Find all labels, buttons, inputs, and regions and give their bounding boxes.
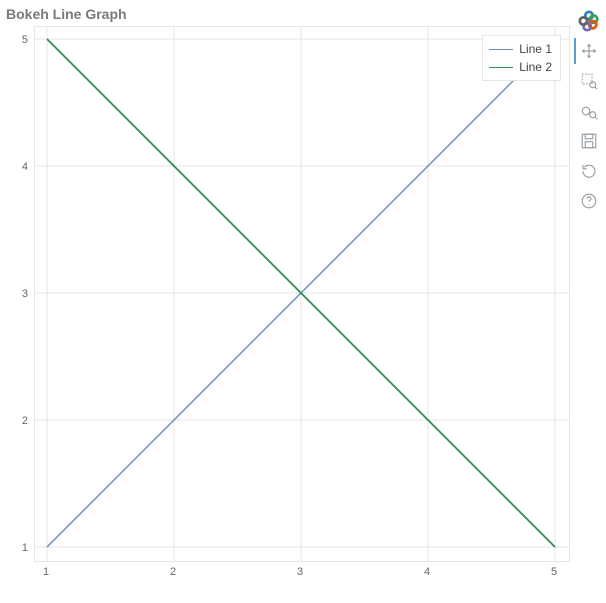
y-tick: 5 bbox=[22, 34, 28, 46]
y-tick: 3 bbox=[22, 288, 28, 300]
x-tick: 5 bbox=[551, 566, 557, 578]
legend-label: Line 1 bbox=[519, 42, 552, 56]
x-tick: 1 bbox=[43, 566, 49, 578]
help-tool-button[interactable] bbox=[574, 188, 602, 214]
x-tick: 3 bbox=[297, 566, 303, 578]
wheel-zoom-tool-button[interactable] bbox=[574, 98, 602, 124]
legend-swatch bbox=[489, 49, 513, 50]
y-tick: 1 bbox=[22, 542, 28, 554]
toolbar bbox=[574, 4, 602, 214]
legend-item[interactable]: Line 1 bbox=[489, 40, 552, 58]
legend-label: Line 2 bbox=[519, 60, 552, 74]
y-tick: 4 bbox=[22, 161, 28, 173]
reset-tool-button[interactable] bbox=[574, 158, 602, 184]
y-tick: 2 bbox=[22, 415, 28, 427]
legend[interactable]: Line 1 Line 2 bbox=[482, 35, 561, 81]
save-tool-button[interactable] bbox=[574, 128, 602, 154]
plot-area[interactable]: Line 1 Line 2 bbox=[34, 26, 570, 562]
box-zoom-tool-button[interactable] bbox=[574, 68, 602, 94]
y-axis: 1 2 3 4 5 bbox=[4, 26, 34, 560]
bokeh-logo-icon[interactable] bbox=[574, 8, 602, 34]
chart-canvas bbox=[35, 27, 569, 561]
x-axis: 1 2 3 4 5 bbox=[34, 562, 568, 584]
chart-title: Bokeh Line Graph bbox=[4, 4, 570, 26]
legend-swatch bbox=[489, 67, 513, 68]
x-tick: 2 bbox=[170, 566, 176, 578]
legend-item[interactable]: Line 2 bbox=[489, 58, 552, 76]
pan-tool-button[interactable] bbox=[574, 38, 602, 64]
x-tick: 4 bbox=[424, 566, 430, 578]
